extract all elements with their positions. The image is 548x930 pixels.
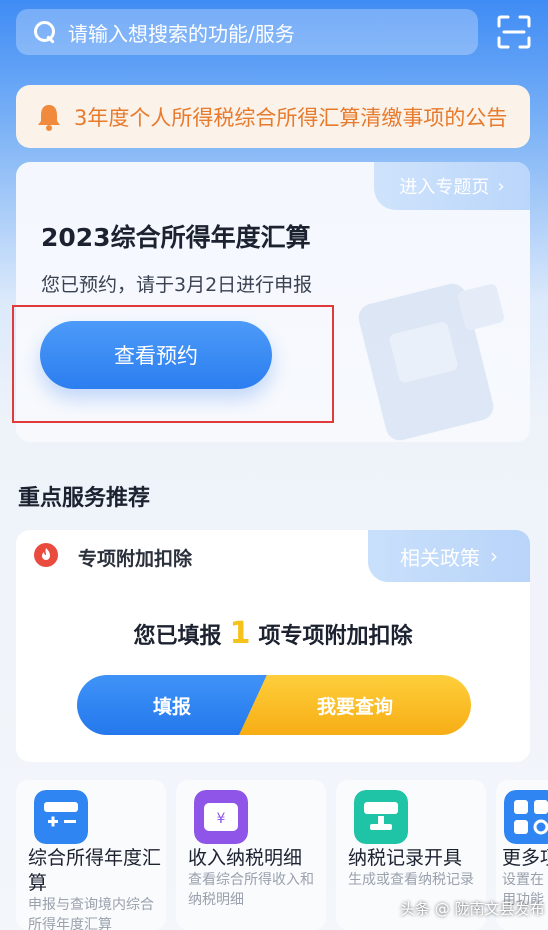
annual-subtitle: 您已预约，请于3月2日进行申报 (41, 274, 313, 296)
annual-title: 2023综合所得年度汇算 (41, 223, 311, 252)
notice-bar[interactable]: 3年度个人所得税综合所得汇算清缴事项的公告 (16, 85, 530, 148)
bell-icon (38, 104, 60, 131)
service-desc: 申报与查询境内综合 所得年度汇算 (28, 897, 154, 930)
calculator-icon (34, 790, 88, 844)
filed-suffix: 项专项附加扣除 (258, 624, 413, 649)
topic-page-link[interactable]: 进入专题页 › (374, 162, 530, 210)
related-policy-link[interactable]: 相关政策 › (368, 530, 530, 582)
chevron-right-icon: › (497, 175, 505, 197)
deduction-title: 专项附加扣除 (78, 548, 193, 570)
stamp-icon (354, 790, 408, 844)
flame-icon (34, 543, 58, 567)
grid-search-icon (504, 790, 548, 844)
fill-button[interactable]: 填报 (77, 675, 267, 735)
special-deduction-card: 专项附加扣除 相关政策 › 您已填报 1 项专项附加扣除 填报 我要查询 (16, 530, 530, 762)
topic-link-label: 进入专题页 (399, 177, 490, 198)
query-button[interactable]: 我要查询 (239, 675, 471, 735)
policy-link-label: 相关政策 (400, 545, 480, 570)
section-title: 重点服务推荐 (18, 486, 151, 511)
search-bar[interactable]: 请输入想搜索的功能/服务 (16, 9, 478, 55)
wallet-yen-icon: ¥ (194, 790, 248, 844)
notice-text: 3年度个人所得税综合所得汇算清缴事项的公告 (74, 105, 508, 130)
svg-text:¥: ¥ (217, 811, 226, 827)
search-input[interactable]: 请输入想搜索的功能/服务 (68, 18, 295, 47)
service-annual-summary[interactable]: 综合所得年度汇算 申报与查询境内综合 所得年度汇算 (16, 780, 166, 930)
document-illustration-icon (358, 283, 504, 441)
scan-icon[interactable] (497, 15, 531, 49)
filed-prefix: 您已填报 (133, 624, 222, 649)
filed-count-line: 您已填报 1 项专项附加扣除 (16, 616, 530, 651)
service-desc: 生成或查看纳税记录 (348, 872, 474, 888)
filed-count: 1 (229, 616, 251, 651)
service-title: 纳税记录开具 (348, 847, 463, 869)
search-icon (32, 19, 58, 45)
highlight-annotation (12, 305, 334, 423)
watermark: 头条 @ 陇南文县发布 (400, 900, 545, 918)
service-title: 收入纳税明细 (188, 847, 303, 869)
service-income-details[interactable]: ¥ 收入纳税明细 查看综合所得收入和 纳税明细 (176, 780, 326, 930)
service-title: 综合所得年度汇算 (28, 847, 162, 894)
service-desc: 查看综合所得收入和 纳税明细 (188, 872, 314, 908)
chevron-right-icon: › (490, 544, 498, 568)
service-title: 更多项 (502, 847, 548, 869)
